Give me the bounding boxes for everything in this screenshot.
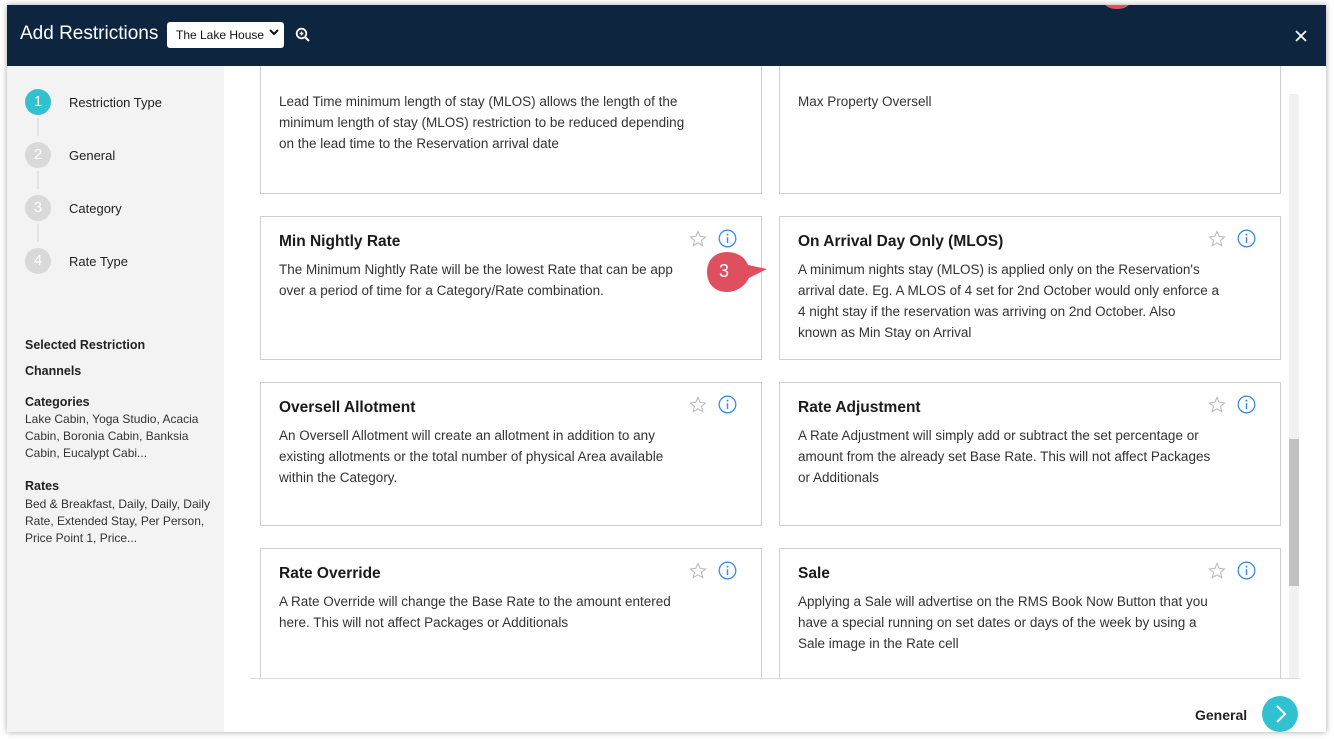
property-select[interactable]: The Lake House	[167, 22, 284, 48]
scrollbar-track[interactable]	[1289, 94, 1299, 678]
selected-restriction-heading: Selected Restriction	[25, 338, 146, 352]
card-description: Max Property Oversell	[798, 94, 932, 109]
restriction-card-sale[interactable]: Sale Applying a Sale will advertise on t…	[779, 548, 1281, 678]
restriction-card-max-property-oversell[interactable]: Max Property Oversell	[779, 66, 1281, 194]
step-label: Restriction Type	[69, 95, 162, 110]
card-title: On Arrival Day Only (MLOS)	[798, 233, 1004, 250]
notification-dot	[1104, 5, 1130, 9]
step-label: Category	[69, 201, 122, 216]
step-category[interactable]: 3 Category	[25, 195, 215, 225]
card-description: A Rate Override will change the Base Rat…	[279, 594, 671, 630]
callout-badge-number: 3	[719, 261, 730, 281]
wizard-sidebar: 1 Restriction Type 2 General 3 Category …	[7, 66, 224, 732]
step-rate-type[interactable]: 4 Rate Type	[25, 248, 215, 278]
add-restrictions-modal: Add Restrictions The Lake House 1 Restri…	[7, 5, 1326, 732]
categories-heading: Categories	[25, 395, 90, 409]
info-icon[interactable]	[1237, 395, 1256, 414]
restriction-card-rate-override[interactable]: Rate Override A Rate Override will chang…	[260, 548, 762, 678]
chevron-down-icon	[269, 27, 279, 40]
step-number: 2	[25, 142, 51, 168]
card-title: Rate Adjustment	[798, 399, 921, 416]
info-icon[interactable]	[718, 561, 737, 580]
step-label: Rate Type	[69, 254, 129, 269]
step-number: 4	[25, 248, 51, 274]
restriction-type-content: Lead Time minimum length of stay (MLOS) …	[224, 66, 1326, 732]
callout-badge: 3	[705, 250, 767, 294]
close-icon[interactable]	[1294, 29, 1308, 43]
property-select-value: The Lake House	[176, 28, 265, 42]
restriction-card-list: Lead Time minimum length of stay (MLOS) …	[224, 66, 1326, 678]
favorite-star-icon[interactable]	[689, 230, 707, 248]
info-icon[interactable]	[718, 395, 737, 414]
favorite-star-icon[interactable]	[689, 396, 707, 414]
card-description: An Oversell Allotment will create an all…	[279, 428, 664, 485]
rates-heading: Rates	[25, 479, 60, 493]
card-title: Min Nightly Rate	[279, 233, 401, 250]
rates-value: Bed & Breakfast, Daily, Daily, Daily Rat…	[25, 497, 210, 545]
info-icon[interactable]	[718, 229, 737, 248]
favorite-star-icon[interactable]	[689, 562, 707, 580]
card-description: Applying a Sale will advertise on the RM…	[798, 594, 1208, 651]
card-description: A minimum nights stay (MLOS) is applied …	[798, 262, 1219, 340]
step-label: General	[69, 148, 116, 163]
channels-heading: Channels	[25, 364, 82, 378]
chevron-right-icon	[1276, 705, 1287, 723]
favorite-star-icon[interactable]	[1208, 396, 1226, 414]
restriction-card-on-arrival-day-only[interactable]: On Arrival Day Only (MLOS) A minimum nig…	[779, 216, 1281, 360]
restriction-card-oversell-allotment[interactable]: Oversell Allotment An Oversell Allotment…	[260, 382, 762, 526]
card-title: Rate Override	[279, 565, 381, 582]
card-title: Oversell Allotment	[279, 399, 416, 416]
next-step-button[interactable]	[1262, 696, 1298, 732]
step-general[interactable]: 2 General	[25, 142, 215, 172]
restriction-card-lead-time-mlos[interactable]: Lead Time minimum length of stay (MLOS) …	[260, 66, 762, 194]
next-step-label[interactable]: General	[1195, 707, 1247, 723]
step-connector	[37, 118, 39, 136]
zoom-in-icon[interactable]	[295, 27, 311, 43]
modal-title: Add Restrictions	[20, 23, 159, 44]
modal-header: Add Restrictions The Lake House	[7, 5, 1326, 66]
favorite-star-icon[interactable]	[1208, 230, 1226, 248]
step-restriction-type[interactable]: 1 Restriction Type	[25, 89, 215, 119]
card-title: Sale	[798, 565, 830, 582]
restriction-card-rate-adjustment[interactable]: Rate Adjustment A Rate Adjustment will s…	[779, 382, 1281, 526]
step-connector	[37, 171, 39, 189]
card-description: The Minimum Nightly Rate will be the low…	[279, 262, 673, 298]
scrollbar-thumb[interactable]	[1289, 439, 1299, 586]
info-icon[interactable]	[1237, 229, 1256, 248]
step-connector	[37, 224, 39, 242]
step-number: 3	[25, 195, 51, 221]
step-number: 1	[25, 89, 51, 115]
favorite-star-icon[interactable]	[1208, 562, 1226, 580]
info-icon[interactable]	[1237, 561, 1256, 580]
footer-divider	[250, 678, 1300, 679]
card-description: A Rate Adjustment will simply add or sub…	[798, 428, 1211, 485]
categories-value: Lake Cabin, Yoga Studio, Acacia Cabin, B…	[25, 412, 199, 460]
card-description: Lead Time minimum length of stay (MLOS) …	[279, 94, 685, 151]
restriction-card-min-nightly-rate[interactable]: Min Nightly Rate The Minimum Nightly Rat…	[260, 216, 762, 360]
